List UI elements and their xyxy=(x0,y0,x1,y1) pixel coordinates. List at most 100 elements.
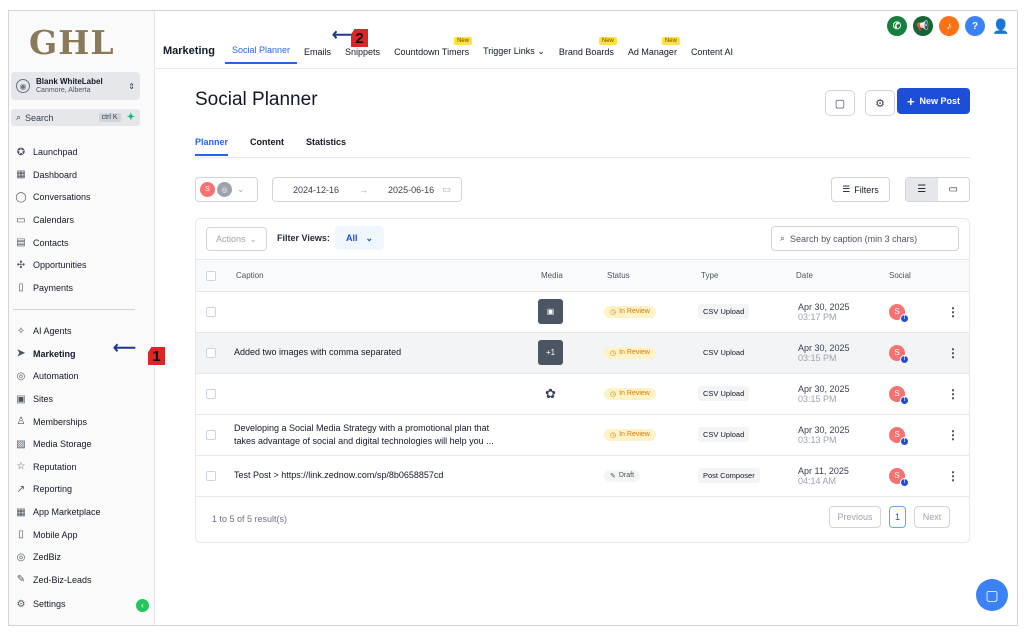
previous-page-button[interactable]: Previous xyxy=(829,506,881,528)
media-thumbnail[interactable]: ✿ xyxy=(538,381,563,407)
type-badge: CSV Upload xyxy=(698,304,750,320)
col-type: Type xyxy=(701,271,719,280)
apps-icon: ▦ xyxy=(16,506,26,518)
chat-widget-button[interactable]: ▢ xyxy=(976,579,1008,611)
annotation-marker-2: 2 xyxy=(351,29,368,47)
filter-views-select[interactable]: All ⌄ xyxy=(335,226,384,250)
sidebar-item-memberships[interactable]: ♙ Memberships xyxy=(9,410,155,433)
quick-add-icon[interactable]: ✦ xyxy=(127,112,135,123)
media-thumbnail[interactable]: +1 xyxy=(538,340,563,366)
table-row[interactable]: Test Post > https://link.zednow.com/sp/8… xyxy=(196,456,969,497)
social-account-avatar: Sf xyxy=(889,467,909,487)
payments-icon: ▯ xyxy=(18,282,24,294)
collapse-sidebar-button[interactable]: ‹ xyxy=(136,599,149,612)
megaphone-icon[interactable]: 📢 xyxy=(913,16,933,36)
row-checkbox[interactable] xyxy=(206,306,216,317)
more-options-icon[interactable]: ⋮ xyxy=(947,305,959,319)
zedbiz-icon: ◎ xyxy=(16,551,26,563)
tab-social-planner[interactable]: Social Planner xyxy=(224,45,298,64)
arrow-right-icon: → xyxy=(359,184,369,195)
row-checkbox[interactable] xyxy=(206,388,216,399)
table-row[interactable]: Added two images with comma separated +1… xyxy=(196,333,969,374)
settings-button[interactable]: ⚙ xyxy=(865,90,895,116)
table-row[interactable]: ▣ ◷ In Review CSV Upload Apr 30, 2025 03:1… xyxy=(196,292,969,333)
calendar-view-icon[interactable]: ▭ xyxy=(938,178,970,201)
tab-trigger-links[interactable]: Trigger Links ⌄ xyxy=(476,46,552,64)
bell-icon[interactable]: ♪ xyxy=(939,16,959,36)
current-page-button[interactable]: 1 xyxy=(889,506,906,528)
subtab-content[interactable]: Content xyxy=(250,137,284,156)
gear-icon: ⚙ xyxy=(16,598,26,610)
chevron-down-icon: ⌄ xyxy=(249,233,258,244)
more-options-icon[interactable]: ⋮ xyxy=(947,346,959,360)
marketing-tabs: Marketing Social Planner Emails Snippets… xyxy=(155,36,740,64)
tab-emails[interactable]: Emails xyxy=(297,47,338,64)
account-filter-select[interactable]: S ◎ ⌄ xyxy=(195,177,258,202)
sidebar-item-app-marketplace[interactable]: ▦ App Marketplace xyxy=(9,501,155,524)
sidebar-item-launchpad[interactable]: ✪ Launchpad xyxy=(9,141,155,164)
user-avatar[interactable]: 👤 xyxy=(991,16,1011,36)
col-media: Media xyxy=(541,271,563,280)
tab-content-ai[interactable]: Content AI xyxy=(684,47,740,64)
sidebar-item-payments[interactable]: ▯ Payments xyxy=(9,277,155,300)
sidebar-item-sites[interactable]: ▣ Sites xyxy=(9,388,155,411)
tab-brand-boards[interactable]: Brand Boards New xyxy=(552,37,621,64)
more-options-icon[interactable]: ⋮ xyxy=(947,428,959,442)
sidebar-item-conversations[interactable]: ◯ Conversations xyxy=(9,186,155,209)
tab-ad-manager[interactable]: Ad Manager New xyxy=(621,37,684,64)
posts-table-card: Actions ⌄ Filter Views: All ⌄ ⌕ Search by c… xyxy=(195,218,970,543)
tab-snippets[interactable]: Snippets xyxy=(338,47,387,64)
more-options-icon[interactable]: ⋮ xyxy=(947,387,959,401)
sidebar-item-settings[interactable]: ⚙ Settings xyxy=(9,593,155,616)
subtab-statistics[interactable]: Statistics xyxy=(306,137,346,156)
table-row[interactable]: Developing a Social Media Strategy with … xyxy=(196,415,969,456)
sidebar-item-automation[interactable]: ◎ Automation xyxy=(9,365,155,388)
row-checkbox[interactable] xyxy=(206,347,216,358)
next-page-button[interactable]: Next xyxy=(914,506,950,528)
more-options-icon[interactable]: ⋮ xyxy=(947,469,959,483)
row-checkbox[interactable] xyxy=(206,470,216,481)
facebook-icon: f xyxy=(900,354,909,364)
account-avatar: S xyxy=(200,182,215,197)
post-date: Apr 30, 2025 xyxy=(798,301,850,312)
list-view-icon[interactable]: ☰ xyxy=(906,178,938,201)
sidebar-search[interactable]: ⌕ Search ctrl K ✦ xyxy=(11,109,140,126)
media-thumbnail[interactable]: ▣ xyxy=(538,299,563,325)
row-checkbox[interactable] xyxy=(206,429,216,440)
main-content: Social Planner ▢ ⚙ + New Post Planner Con… xyxy=(155,69,1017,625)
select-all-checkbox[interactable] xyxy=(206,270,216,281)
sidebar-item-zedbiz[interactable]: ◎ ZedBiz xyxy=(9,546,155,569)
table-row[interactable]: ✿ ◷ In Review CSV Upload Apr 30, 2025 03:1… xyxy=(196,374,969,415)
phone-icon[interactable]: ✆ xyxy=(887,16,907,36)
caption-search-input[interactable]: ⌕ Search by caption (min 3 chars) xyxy=(771,226,959,251)
sidebar-item-media-storage[interactable]: ▨ Media Storage xyxy=(9,433,155,456)
status-badge: ◷ In Review xyxy=(604,428,656,441)
account-switcher[interactable]: ◉ Blank WhiteLabel Canmore, Alberta ⇕ xyxy=(11,72,140,100)
account-location: Canmore, Alberta xyxy=(36,87,91,94)
sidebar-item-reporting[interactable]: ↗ Reporting xyxy=(9,478,155,501)
sidebar-item-opportunities[interactable]: ✣ Opportunities xyxy=(9,254,155,277)
actions-dropdown[interactable]: Actions ⌄ xyxy=(206,227,267,251)
help-icon[interactable]: ? xyxy=(965,16,985,36)
feedback-icon: ▢ xyxy=(834,97,846,110)
sidebar-item-reputation[interactable]: ☆ Reputation xyxy=(9,456,155,479)
rocket-icon: ✪ xyxy=(16,146,26,158)
feedback-button[interactable]: ▢ xyxy=(825,90,855,116)
filters-button[interactable]: ☰ Filters xyxy=(831,177,890,202)
new-post-button[interactable]: + New Post xyxy=(897,88,970,114)
tab-countdown-timers[interactable]: Countdown Timers New xyxy=(387,37,476,64)
sidebar-item-calendars[interactable]: ▭ Calendars xyxy=(9,209,155,232)
date-range-picker[interactable]: 2024-12-16 → 2025-06-16 ▭ xyxy=(272,177,462,202)
subtab-planner[interactable]: Planner xyxy=(195,137,229,156)
chart-icon: ↗ xyxy=(16,483,26,495)
post-date: Apr 30, 2025 xyxy=(798,342,850,353)
sidebar-item-dashboard[interactable]: ▦ Dashboard xyxy=(9,164,155,187)
sidebar-item-mobile-app[interactable]: ▯ Mobile App xyxy=(9,523,155,546)
sidebar-item-zed-biz-leads[interactable]: ✎ Zed-Biz-Leads xyxy=(9,569,155,592)
chevron-updown-icon: ⇕ xyxy=(128,81,135,91)
status-badge: ◷ In Review xyxy=(604,346,656,359)
social-account-avatar: Sf xyxy=(889,426,909,446)
sidebar-item-contacts[interactable]: ▤ Contacts xyxy=(9,231,155,254)
account-avatar-icon: ◉ xyxy=(16,79,30,93)
facebook-icon: f xyxy=(900,477,909,487)
